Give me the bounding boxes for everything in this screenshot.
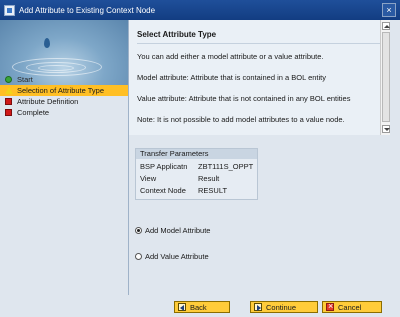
- cancel-button[interactable]: Cancel: [322, 301, 382, 313]
- info-line: Model attribute: Attribute that is conta…: [137, 73, 326, 82]
- step-label: Start: [17, 75, 33, 84]
- info-line: Note: It is not possible to add model at…: [137, 115, 345, 124]
- water-drop-icon: [44, 38, 50, 48]
- scroll-down-arrow-icon[interactable]: [382, 125, 390, 133]
- radio-indicator[interactable]: [135, 253, 142, 260]
- step-label: Attribute Definition: [17, 97, 79, 106]
- add-value-attribute-radio[interactable]: Add Value Attribute: [135, 252, 209, 261]
- continue-arrow-icon: [254, 303, 262, 311]
- ripple-decoration: [38, 65, 74, 71]
- info-panel: Select Attribute Type You can add either…: [128, 20, 389, 135]
- info-scrollbar[interactable]: [380, 20, 390, 135]
- info-line: Value attribute: Attribute that is not c…: [137, 94, 351, 103]
- param-value-view: Result: [198, 174, 220, 183]
- cancel-x-icon: [326, 301, 334, 311]
- step-label: Selection of Attribute Type: [17, 86, 105, 95]
- cancel-button-label: Cancel: [338, 302, 362, 312]
- add-model-attribute-radio[interactable]: Add Model Attribute: [135, 226, 210, 235]
- param-label-bsp-application: BSP Applicatn: [140, 162, 188, 171]
- title-bar: Add Attribute to Existing Context Node ×: [0, 0, 400, 20]
- red-square-icon: [5, 109, 12, 116]
- param-value-context-node: RESULT: [198, 186, 228, 195]
- window-title: Add Attribute to Existing Context Node: [19, 5, 156, 15]
- divider: [137, 43, 382, 44]
- continue-button-label: Continue: [266, 302, 297, 312]
- back-button[interactable]: Back: [174, 301, 230, 313]
- radio-label: Add Model Attribute: [145, 226, 211, 235]
- red-square-icon: [5, 98, 12, 105]
- green-circle-icon: [5, 76, 12, 83]
- back-button-label: Back: [190, 302, 207, 312]
- scroll-thumb[interactable]: [382, 32, 390, 122]
- step-start[interactable]: Start: [0, 74, 128, 85]
- step-label: Complete: [17, 108, 50, 117]
- info-line: You can add either a model attribute or …: [137, 52, 324, 61]
- wizard-steps: Start Selection of Attribute Type Attrib…: [0, 74, 128, 118]
- back-arrow-icon: [178, 303, 186, 311]
- close-button[interactable]: ×: [382, 3, 396, 17]
- scroll-up-arrow-icon[interactable]: [382, 22, 390, 30]
- transfer-parameters-group: Transfer Parameters BSP Applicatn ZBT111…: [135, 148, 258, 200]
- step-attribute-definition[interactable]: Attribute Definition: [0, 96, 128, 107]
- warning-triangle-icon: [5, 87, 13, 94]
- step-selection-of-attribute-type[interactable]: Selection of Attribute Type: [0, 85, 128, 96]
- window-app-icon: [4, 4, 15, 16]
- radio-selected-indicator[interactable]: [135, 227, 142, 234]
- param-value-bsp-application: ZBT111S_OPPT: [198, 162, 254, 171]
- info-heading: Select Attribute Type: [137, 30, 217, 39]
- param-label-view: View: [140, 174, 157, 183]
- radio-label: Add Value Attribute: [145, 252, 209, 261]
- step-complete[interactable]: Complete: [0, 107, 128, 118]
- transfer-parameters-title: Transfer Parameters: [136, 149, 257, 159]
- param-label-context-node: Context Node: [140, 186, 186, 195]
- continue-button[interactable]: Continue: [250, 301, 318, 313]
